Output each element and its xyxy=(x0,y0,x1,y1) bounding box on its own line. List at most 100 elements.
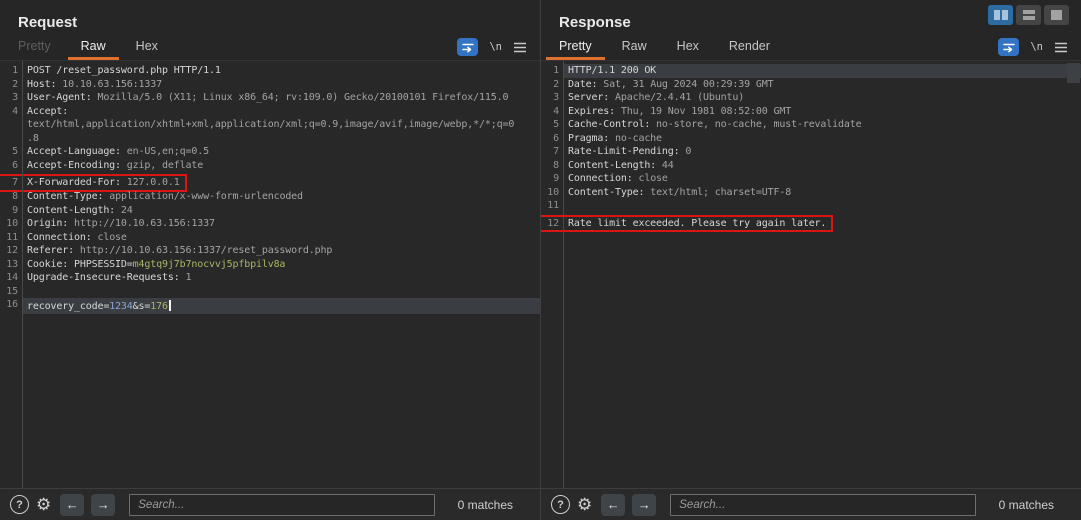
response-panel: Response Pretty Raw Hex Render xyxy=(541,0,1081,520)
request-title: Request xyxy=(18,14,77,31)
code-line[interactable]: 10Origin: http://10.10.63.156:1337 xyxy=(0,217,540,231)
code-line[interactable]: 2Date: Sat, 31 Aug 2024 00:29:39 GMT xyxy=(541,78,1081,92)
code-line[interactable]: 6Accept-Encoding: gzip, deflate xyxy=(0,159,540,173)
code-line[interactable]: 9Content-Length: 24 xyxy=(0,204,540,218)
code-line[interactable]: 5Accept-Language: en-US,en;q=0.5 xyxy=(0,145,540,159)
code-text: text/html,application/xhtml+xml,applicat… xyxy=(22,118,540,132)
line-number: 14 xyxy=(0,271,22,285)
response-editor[interactable]: 1HTTP/1.1 200 OK2Date: Sat, 31 Aug 2024 … xyxy=(541,61,1081,488)
response-tab-render[interactable]: Render xyxy=(716,35,783,60)
show-newlines-icon[interactable]: \n xyxy=(1030,41,1043,53)
code-line[interactable]: 1HTTP/1.1 200 OK xyxy=(541,64,1081,78)
editor-menu-icon[interactable] xyxy=(1054,42,1068,53)
code-line[interactable]: 12Referer: http://10.10.63.156:1337/rese… xyxy=(0,244,540,258)
response-title: Response xyxy=(559,14,631,31)
line-number: 10 xyxy=(0,217,22,231)
line-number: 1 xyxy=(541,64,563,78)
search-settings-gear-icon[interactable]: ⚙ xyxy=(36,496,51,513)
previous-match-button[interactable]: ← xyxy=(60,494,84,516)
next-match-button[interactable]: → xyxy=(91,494,115,516)
code-line[interactable]: 15 xyxy=(0,285,540,299)
line-number: 6 xyxy=(541,132,563,146)
code-line[interactable]: 7Rate-Limit-Pending: 0 xyxy=(541,145,1081,159)
code-line[interactable]: 13Cookie: PHPSESSID=m4gtq9j7b7nocvvj5pfb… xyxy=(0,258,540,272)
code-line[interactable]: 11 xyxy=(541,199,1081,213)
line-number: 6 xyxy=(0,159,22,173)
line-number: 16 xyxy=(0,298,22,314)
split-columns-view-button[interactable] xyxy=(988,5,1013,25)
line-number: 10 xyxy=(541,186,563,200)
code-text: Cookie: PHPSESSID=m4gtq9j7b7nocvvj5pfbpi… xyxy=(22,258,540,272)
line-number: 5 xyxy=(0,145,22,159)
request-tab-hex[interactable]: Hex xyxy=(123,35,171,60)
request-search-input[interactable] xyxy=(129,494,434,516)
response-tab-pretty[interactable]: Pretty xyxy=(546,35,605,60)
help-icon[interactable]: ? xyxy=(551,495,570,514)
code-line[interactable]: 1POST /reset_password.php HTTP/1.1 xyxy=(0,64,540,78)
code-text: POST /reset_password.php HTTP/1.1 xyxy=(22,64,540,78)
response-editor-toolbar: \n xyxy=(998,38,1068,56)
line-number: 9 xyxy=(0,204,22,218)
single-pane-view-button[interactable] xyxy=(1044,5,1069,25)
line-number: 12 xyxy=(0,244,22,258)
code-line[interactable]: 12Rate limit exceeded. Please try again … xyxy=(541,215,833,233)
line-number: 4 xyxy=(0,105,22,119)
line-number: 5 xyxy=(541,118,563,132)
scrollbar-thumb[interactable] xyxy=(1067,63,1080,83)
line-number: 2 xyxy=(541,78,563,92)
response-match-count: 0 matches xyxy=(999,498,1054,512)
response-tab-bar: Pretty Raw Hex Render \n xyxy=(541,32,1081,61)
code-text: Content-Length: 44 xyxy=(563,159,1081,173)
code-text: .8 xyxy=(22,132,540,146)
response-tab-raw[interactable]: Raw xyxy=(609,35,660,60)
code-line[interactable]: 14Upgrade-Insecure-Requests: 1 xyxy=(0,271,540,285)
line-number: 3 xyxy=(0,91,22,105)
code-text: Cache-Control: no-store, no-cache, must-… xyxy=(563,118,1081,132)
code-text: Content-Type: application/x-www-form-url… xyxy=(22,190,540,204)
word-wrap-icon[interactable] xyxy=(998,38,1019,56)
show-newlines-icon[interactable]: \n xyxy=(489,41,502,53)
request-editor[interactable]: 1POST /reset_password.php HTTP/1.12Host:… xyxy=(0,61,540,488)
code-text: Accept: xyxy=(22,105,540,119)
code-line[interactable]: 5Cache-Control: no-store, no-cache, must… xyxy=(541,118,1081,132)
next-match-button[interactable]: → xyxy=(632,494,656,516)
request-tab-raw[interactable]: Raw xyxy=(68,35,119,60)
line-number: 2 xyxy=(0,78,22,92)
code-line[interactable]: 2Host: 10.10.63.156:1337 xyxy=(0,78,540,92)
response-search-input[interactable] xyxy=(670,494,975,516)
line-number xyxy=(0,118,22,132)
editor-menu-icon[interactable] xyxy=(513,42,527,53)
search-settings-gear-icon[interactable]: ⚙ xyxy=(577,496,592,513)
line-number: 11 xyxy=(0,231,22,245)
code-line[interactable]: 8Content-Length: 44 xyxy=(541,159,1081,173)
code-line[interactable]: 4Accept: xyxy=(0,105,540,119)
word-wrap-icon[interactable] xyxy=(457,38,478,56)
help-icon[interactable]: ? xyxy=(10,495,29,514)
request-tab-pretty[interactable]: Pretty xyxy=(5,35,64,60)
code-line[interactable]: 10Content-Type: text/html; charset=UTF-8 xyxy=(541,186,1081,200)
code-text: Content-Type: text/html; charset=UTF-8 xyxy=(563,186,1081,200)
request-panel-header: Request xyxy=(0,0,540,32)
columns-icon xyxy=(1002,10,1008,20)
code-line[interactable]: 4Expires: Thu, 19 Nov 1981 08:52:00 GMT xyxy=(541,105,1081,119)
code-line[interactable]: 7X-Forwarded-For: 127.0.0.1 xyxy=(0,174,187,192)
code-text: Accept-Language: en-US,en;q=0.5 xyxy=(22,145,540,159)
split-rows-view-button[interactable] xyxy=(1016,5,1041,25)
code-line[interactable]: 9Connection: close xyxy=(541,172,1081,186)
code-line[interactable]: 3User-Agent: Mozilla/5.0 (X11; Linux x86… xyxy=(0,91,540,105)
code-text: Rate-Limit-Pending: 0 xyxy=(563,145,1081,159)
code-line[interactable]: 11Connection: close xyxy=(0,231,540,245)
code-line[interactable]: text/html,application/xhtml+xml,applicat… xyxy=(0,118,540,132)
code-line[interactable]: 3Server: Apache/2.4.41 (Ubuntu) xyxy=(541,91,1081,105)
code-line[interactable]: 6Pragma: no-cache xyxy=(541,132,1081,146)
response-search-bar: ? ⚙ ← → 0 matches xyxy=(541,488,1081,520)
previous-match-button[interactable]: ← xyxy=(601,494,625,516)
code-text xyxy=(22,285,540,299)
code-line[interactable]: 8Content-Type: application/x-www-form-ur… xyxy=(0,190,540,204)
response-tab-hex[interactable]: Hex xyxy=(664,35,712,60)
request-tab-bar: Pretty Raw Hex \n xyxy=(0,32,540,61)
code-line[interactable]: .8 xyxy=(0,132,540,146)
code-text: Referer: http://10.10.63.156:1337/reset_… xyxy=(22,244,540,258)
code-line[interactable]: 16recovery_code=1234&s=176 xyxy=(0,298,540,314)
line-number: 15 xyxy=(0,285,22,299)
